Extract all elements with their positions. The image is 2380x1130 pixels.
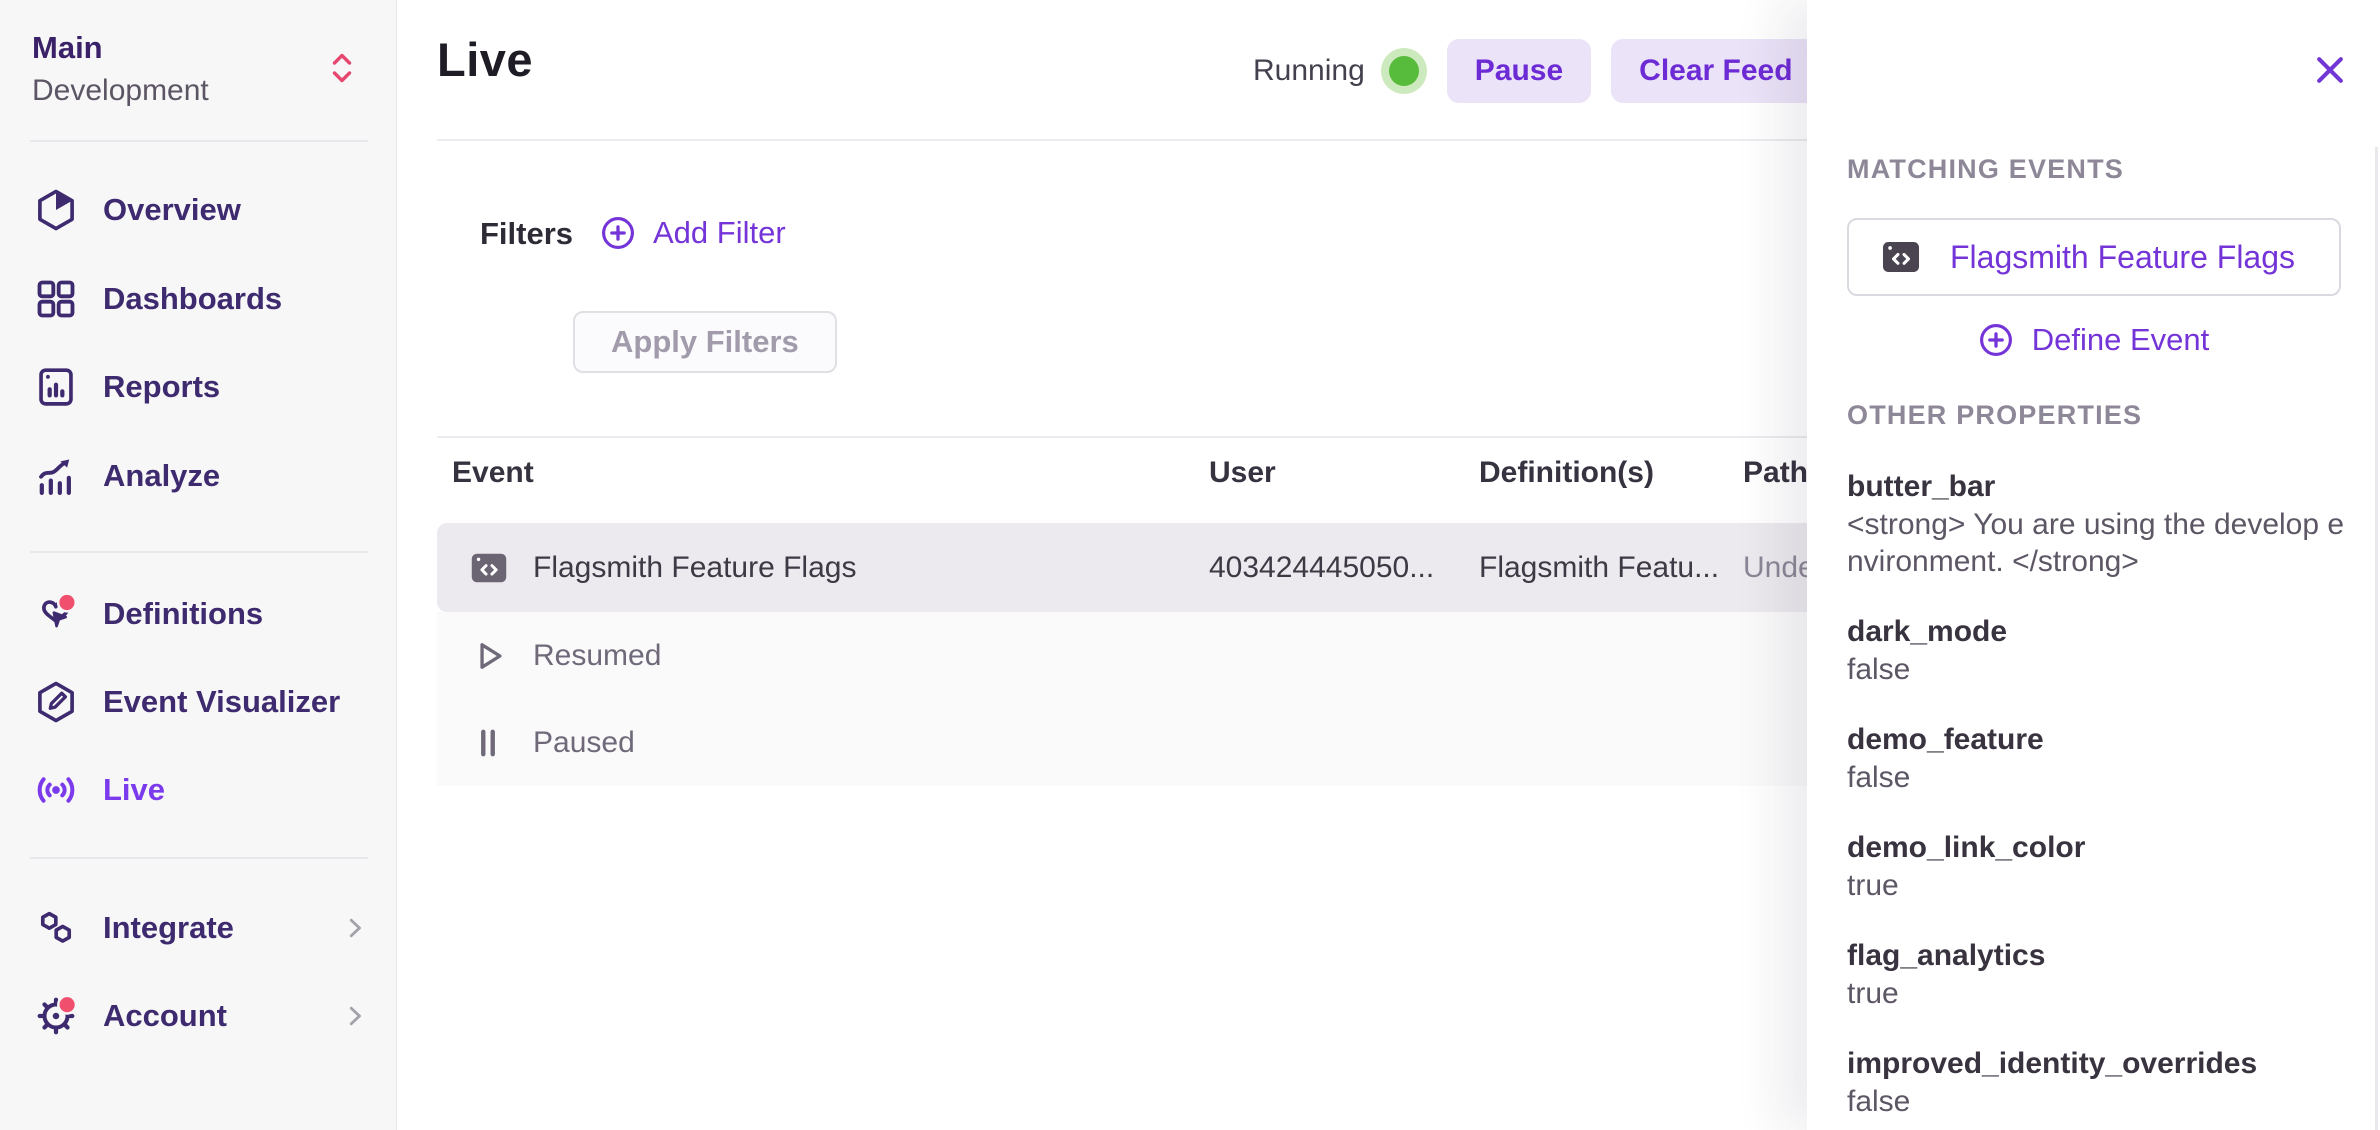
definitions-heart-icon: [33, 591, 79, 637]
clear-feed-button[interactable]: Clear Feed: [1611, 39, 1820, 103]
add-filter-button[interactable]: Add Filter: [600, 215, 786, 251]
event-visualizer-icon: [33, 679, 79, 725]
event-name: Paused: [533, 726, 635, 760]
property-item: dark_mode false: [1847, 613, 2352, 688]
panel-scrollbar[interactable]: [2375, 147, 2378, 1130]
pause-button[interactable]: Pause: [1447, 39, 1591, 103]
matching-events-heading: MATCHING EVENTS: [1847, 154, 2124, 185]
sidebar-item-label: Definitions: [103, 596, 263, 632]
property-name: demo_feature: [1847, 721, 2352, 759]
define-event-button[interactable]: Define Event: [1807, 322, 2380, 358]
sidebar-item-overview[interactable]: Overview: [0, 166, 396, 254]
analyze-trend-icon: [33, 453, 79, 499]
overview-hexagon-icon: [33, 187, 79, 233]
property-value: false: [1847, 1083, 2352, 1120]
close-panel-button[interactable]: [2306, 46, 2354, 94]
sidebar-item-label: Account: [103, 998, 227, 1034]
sidebar-item-event-visualizer[interactable]: Event Visualizer: [0, 658, 396, 746]
sidebar-divider: [30, 857, 368, 859]
property-value: false: [1847, 651, 2352, 688]
property-item: improved_identity_overrides false: [1847, 1045, 2352, 1120]
property-value: false: [1847, 759, 2352, 796]
play-icon: [467, 635, 509, 677]
plus-circle-icon: [600, 215, 636, 251]
property-value: true: [1847, 867, 2352, 904]
sidebar-item-label: Live: [103, 772, 165, 808]
properties-list: butter_bar <strong> You are using the de…: [1847, 468, 2352, 1130]
column-header-definitions: Definition(s): [1479, 456, 1654, 490]
event-details-panel: MATCHING EVENTS Flagsmith Feature Flags …: [1807, 0, 2380, 1130]
other-properties-heading: OTHER PROPERTIES: [1847, 400, 2142, 431]
filters-label: Filters: [480, 216, 573, 252]
sidebar-item-label: Dashboards: [103, 281, 282, 317]
sidebar-item-account[interactable]: Account: [0, 972, 396, 1060]
event-user: 403424445050...: [1209, 551, 1434, 585]
column-header-path: Path: [1743, 456, 1808, 490]
page-title: Live: [437, 32, 533, 87]
property-value: true: [1847, 975, 2352, 1012]
workspace-name: Main: [32, 30, 103, 66]
integrate-hexagons-icon: [33, 905, 79, 951]
code-window-icon: [467, 546, 511, 590]
app-root: Main Development Overview Dashboards Rep…: [0, 0, 2380, 1130]
header-actions: Running Pause Clear Feed: [1253, 38, 1821, 104]
event-path: Unde: [1743, 551, 1815, 585]
sidebar-item-reports[interactable]: Reports: [0, 343, 396, 431]
sidebar-item-label: Integrate: [103, 910, 234, 946]
event-name: Flagsmith Feature Flags: [533, 551, 856, 585]
environment-name: Development: [32, 74, 209, 108]
property-item: demo_feature false: [1847, 721, 2352, 796]
sidebar-item-integrate[interactable]: Integrate: [0, 884, 396, 972]
sidebar-item-dashboards[interactable]: Dashboards: [0, 255, 396, 343]
sidebar-item-label: Reports: [103, 369, 220, 405]
chevron-right-icon: [340, 913, 370, 943]
sidebar-divider: [30, 551, 368, 553]
sidebar-item-definitions[interactable]: Definitions: [0, 570, 396, 658]
add-filter-label: Add Filter: [653, 215, 786, 251]
property-value: <strong> You are using the develop envir…: [1847, 506, 2352, 580]
apply-filters-button[interactable]: Apply Filters: [573, 311, 837, 373]
property-item: flag_analytics true: [1847, 937, 2352, 1012]
property-name: butter_bar: [1847, 468, 2352, 506]
sidebar-item-live[interactable]: Live: [0, 746, 396, 834]
event-name: Resumed: [533, 639, 661, 673]
event-definitions: Flagsmith Featu...: [1479, 551, 1719, 585]
property-name: demo_link_color: [1847, 829, 2352, 867]
account-gear-icon: [33, 993, 79, 1039]
define-event-label: Define Event: [2032, 322, 2210, 358]
matched-event-name: Flagsmith Feature Flags: [1950, 239, 2295, 276]
property-item: demo_link_color true: [1847, 829, 2352, 904]
workspace-switcher[interactable]: Main Development: [0, 0, 396, 128]
running-status-dot-icon: [1389, 56, 1419, 86]
plus-circle-icon: [1978, 322, 2014, 358]
property-item: butter_bar <strong> You are using the de…: [1847, 468, 2352, 580]
up-down-chevrons-icon: [330, 48, 354, 88]
property-name: improved_identity_overrides: [1847, 1045, 2352, 1083]
chevron-right-icon: [340, 1001, 370, 1031]
code-window-icon: [1878, 234, 1924, 280]
status-label: Running: [1253, 54, 1365, 88]
close-icon: [2310, 50, 2350, 90]
matched-event-card[interactable]: Flagsmith Feature Flags: [1847, 218, 2341, 296]
live-broadcast-icon: [33, 767, 79, 813]
property-name: dark_mode: [1847, 613, 2352, 651]
sidebar-item-label: Event Visualizer: [103, 684, 340, 720]
property-name: flag_analytics: [1847, 937, 2352, 975]
sidebar-item-analyze[interactable]: Analyze: [0, 432, 396, 520]
column-header-user: User: [1209, 456, 1276, 490]
dashboards-grid-icon: [33, 276, 79, 322]
sidebar-item-label: Analyze: [103, 458, 220, 494]
sidebar-divider: [30, 140, 368, 142]
sidebar: Main Development Overview Dashboards Rep…: [0, 0, 397, 1130]
column-header-event: Event: [452, 456, 534, 490]
pause-icon: [467, 722, 509, 764]
sidebar-item-label: Overview: [103, 192, 241, 228]
reports-icon: [33, 364, 79, 410]
